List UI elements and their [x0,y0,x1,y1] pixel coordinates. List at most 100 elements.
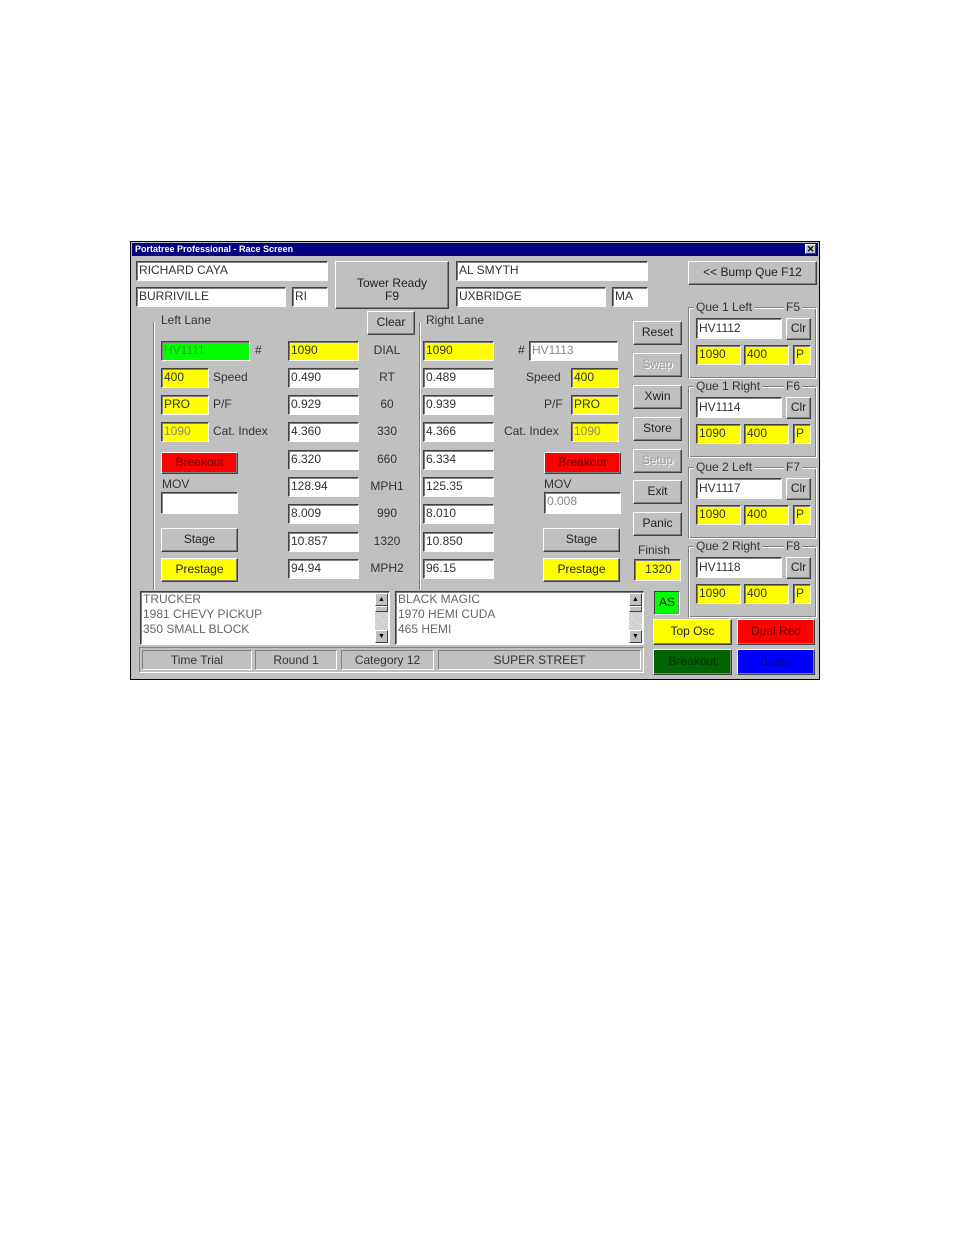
scroll-down-icon[interactable]: ▼ [629,630,642,643]
scroll-up-icon[interactable]: ▲ [629,593,642,606]
right-breakout-button[interactable]: Breakout [544,452,621,474]
right-mov-field[interactable]: 0.008 [544,492,621,514]
left-stage-button[interactable]: Stage [161,528,238,552]
timing-label-330: 330 [376,424,398,438]
right-timing-field-330[interactable]: 4.366 [423,422,494,442]
left-city-field[interactable]: BURRIVILLE [136,287,286,307]
finish-field[interactable]: 1320 [634,559,681,581]
left-driver-name-field[interactable]: RICHARD CAYA [136,261,328,281]
close-icon[interactable]: ✕ [805,244,816,254]
dual-red-button[interactable]: Dual Red [737,619,815,645]
right-pf-field[interactable]: PRO [571,395,619,415]
left-timing-field-dial[interactable]: 1090 [288,341,359,361]
queue-clear-button[interactable]: Clr [786,557,811,579]
right-timing-field-990[interactable]: 8.010 [423,504,494,524]
queue-speed-field[interactable]: 400 [744,345,789,365]
left-timing-field-rt[interactable]: 0.490 [288,368,359,388]
right-car-info-line: 1970 HEMI CUDA [398,607,496,621]
reset-button[interactable]: Reset [633,321,682,345]
queue-hotkey: F6 [784,379,803,393]
right-timing-field-rt[interactable]: 0.489 [423,368,494,388]
right-driver-name-field[interactable]: AL SMYTH [456,261,648,281]
queue-car-field[interactable]: HV1114 [696,397,782,418]
left-speed-field[interactable]: 400 [161,368,209,388]
swap-button[interactable]: Swap [633,353,682,377]
queue-dial-field[interactable]: 1090 [696,345,741,365]
left-timing-field-60[interactable]: 0.929 [288,395,359,415]
top-osc-button[interactable]: Top Osc [653,619,732,645]
left-cat-index-field[interactable]: 1090 [161,422,209,442]
right-number-label: # [518,343,525,357]
queue-title: Que 1 Left [694,300,755,314]
left-timing-field-1320[interactable]: 10.857 [288,532,359,552]
right-cat-index-field[interactable]: 1090 [571,422,619,442]
right-timing-field-660[interactable]: 6.334 [423,450,494,470]
right-prestage-button[interactable]: Prestage [543,558,620,582]
right-timing-field-mph2[interactable]: 96.15 [423,559,494,579]
scroll-thumb[interactable] [375,606,388,612]
left-memo-scrollbar[interactable]: ▲ ▼ [375,593,388,643]
scroll-up-icon[interactable]: ▲ [375,593,388,606]
left-pf-field[interactable]: PRO [161,395,209,415]
queue-car-field[interactable]: HV1118 [696,557,782,578]
right-timing-field-mph1[interactable]: 125.35 [423,477,494,497]
queue-dial-field[interactable]: 1090 [696,505,741,525]
timing-label-60: 60 [380,397,394,411]
right-speed-label: Speed [526,370,561,384]
right-timing-field-1320[interactable]: 10.850 [423,532,494,552]
store-button[interactable]: Store [633,417,682,441]
left-timing-field-990[interactable]: 8.009 [288,504,359,524]
right-car-info-memo[interactable]: BLACK MAGIC 1970 HEMI CUDA 465 HEMI ▲ ▼ [395,591,644,645]
left-breakout-button[interactable]: Breakout [161,452,238,474]
left-car-info-memo[interactable]: TRUCKER 1981 CHEVY PICKUP 350 SMALL BLOC… [140,591,390,645]
store-label: Store [643,421,672,435]
queue-car-field[interactable]: HV1112 [696,318,782,339]
left-number-label: # [255,343,262,357]
xwin-button[interactable]: Xwin [633,385,682,409]
timing-label-mph1: MPH1 [370,479,404,493]
status-category: Category 12 [341,650,434,670]
queue-pf-field[interactable]: P [793,505,811,525]
queue-speed-field[interactable]: 400 [744,424,789,444]
scroll-down-icon[interactable]: ▼ [375,630,388,643]
setup-button[interactable]: Setup [633,449,682,473]
scroll-thumb[interactable] [629,606,642,612]
as-indicator[interactable]: AS [654,591,680,615]
left-timing-field-mph2[interactable]: 94.94 [288,559,359,579]
left-lane-title: Left Lane [161,313,212,327]
right-city-field[interactable]: UXBRIDGE [456,287,606,307]
left-pf-label: P/F [213,397,232,411]
queue-clear-button[interactable]: Clr [786,397,811,419]
clear-button[interactable]: Clear [367,311,415,335]
left-timing-field-330[interactable]: 4.360 [288,422,359,442]
queue-pf-field[interactable]: P [793,424,811,444]
exit-button[interactable]: Exit [633,480,682,504]
left-timing-field-mph1[interactable]: 128.94 [288,477,359,497]
queue-pf-field[interactable]: P [793,584,811,604]
right-car-number-field[interactable]: HV1113 [529,341,618,361]
breakout-indicator-button[interactable]: Breakout [653,649,732,675]
left-car-number-field[interactable]: HV1111 [161,341,250,361]
queue-clear-button[interactable]: Clr [786,318,811,340]
right-stage-button[interactable]: Stage [543,528,620,552]
queue-clear-button[interactable]: Clr [786,478,811,500]
queue-pf-field[interactable]: P [793,345,811,365]
right-speed-field[interactable]: 400 [571,368,619,388]
super-button[interactable]: Super [737,649,815,675]
queue-dial-field[interactable]: 1090 [696,584,741,604]
right-memo-scrollbar[interactable]: ▲ ▼ [629,593,642,643]
left-prestage-button[interactable]: Prestage [161,558,238,582]
queue-speed-field[interactable]: 400 [744,584,789,604]
left-mov-field[interactable] [161,492,238,514]
left-timing-field-660[interactable]: 6.320 [288,450,359,470]
panic-button[interactable]: Panic [633,512,682,536]
right-timing-field-dial[interactable]: 1090 [423,341,494,361]
bump-que-button[interactable]: << Bump Que F12 [688,261,817,285]
left-state-field[interactable]: RI [292,287,328,307]
queue-car-field[interactable]: HV1117 [696,478,782,499]
tower-ready-button[interactable]: Tower Ready F9 [335,261,449,309]
right-timing-field-60[interactable]: 0.939 [423,395,494,415]
queue-dial-field[interactable]: 1090 [696,424,741,444]
queue-speed-field[interactable]: 400 [744,505,789,525]
right-state-field[interactable]: MA [612,287,648,307]
